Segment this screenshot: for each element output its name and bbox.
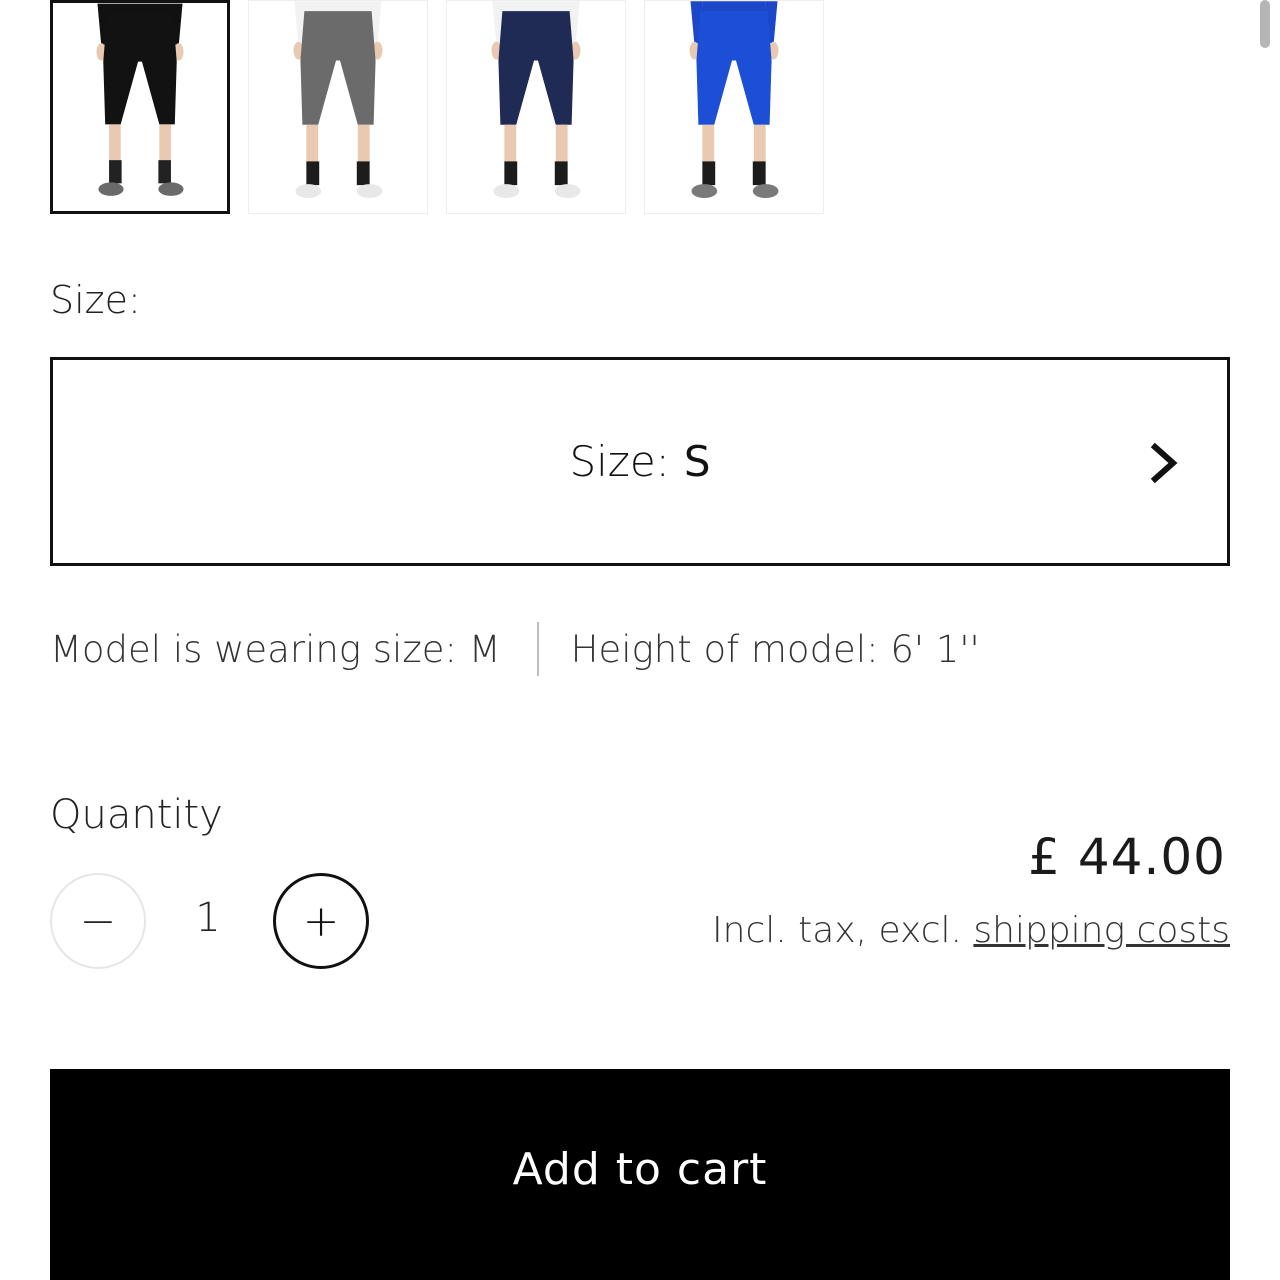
tax-note-text: Incl. tax, excl. bbox=[712, 910, 974, 951]
model-figure-image bbox=[491, 1, 581, 198]
divider bbox=[536, 622, 539, 676]
add-to-cart-button[interactable]: Add to cart bbox=[50, 1069, 1230, 1280]
shipping-costs-link[interactable]: shipping costs bbox=[973, 910, 1230, 951]
model-figure-image bbox=[96, 3, 184, 196]
quantity-decrease-button[interactable]: − bbox=[50, 873, 146, 969]
model-figure-image bbox=[293, 1, 383, 198]
quantity-value[interactable]: 1 bbox=[180, 895, 236, 941]
model-figure-image bbox=[689, 1, 779, 198]
thumbnail-grey[interactable] bbox=[248, 0, 428, 214]
chevron-right-icon bbox=[1150, 442, 1178, 484]
quantity-label: Quantity bbox=[50, 792, 223, 838]
scrollbar[interactable] bbox=[1260, 0, 1270, 48]
thumbnail-black[interactable] bbox=[50, 0, 230, 214]
model-info: Model is wearing size: M Height of model… bbox=[50, 622, 980, 676]
quantity-increase-button[interactable]: + bbox=[273, 873, 369, 969]
thumbnail-navy[interactable] bbox=[446, 0, 626, 214]
color-thumbnails bbox=[50, 0, 824, 214]
size-selector[interactable]: Size: S bbox=[50, 357, 1230, 566]
tax-note: Incl. tax, excl. shipping costs bbox=[712, 910, 1230, 951]
size-selector-label: Size: bbox=[569, 437, 670, 486]
selected-size-value: S bbox=[683, 437, 711, 486]
price: £ 44.00 bbox=[1028, 828, 1226, 886]
model-size-text: Model is wearing size: M bbox=[50, 627, 501, 671]
size-selector-text: Size: S bbox=[569, 437, 710, 486]
thumbnail-blue[interactable] bbox=[644, 0, 824, 214]
size-heading: Size: bbox=[50, 278, 141, 322]
product-page: Size: Size: S Model is wearing size: M He… bbox=[0, 0, 1280, 1280]
model-height-text: Height of model: 6' 1'' bbox=[570, 627, 980, 671]
